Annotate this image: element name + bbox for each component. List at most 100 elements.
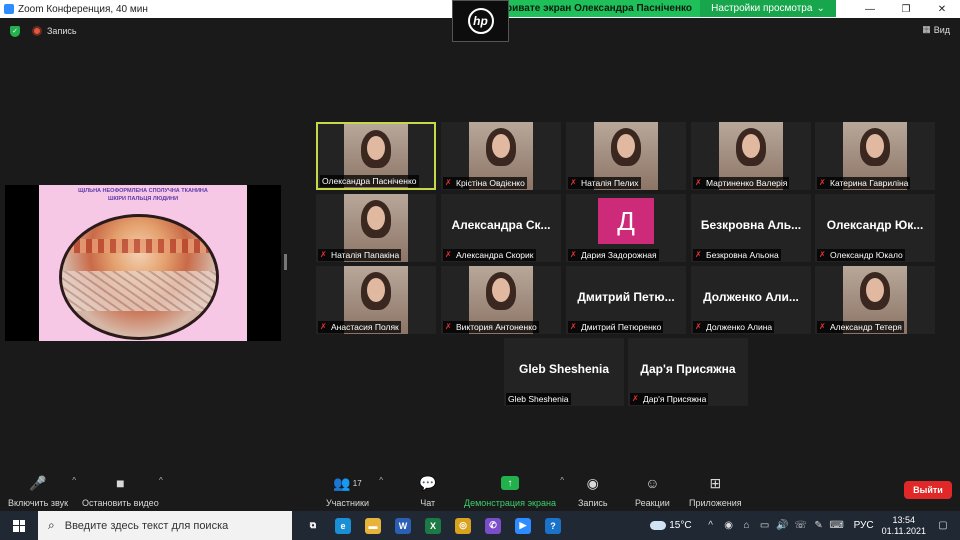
muted-microphone-icon: ✗ [445,178,452,187]
participant-name: Крістіна Овдієнко [456,178,525,188]
participant-tile[interactable]: Александра Ск... ✗ Александра Скорик [441,194,561,262]
taskbar-app-zoom[interactable]: ▶ [508,511,538,540]
search-placeholder: Введите здесь текст для поиска [64,519,229,532]
reactions-button[interactable]: ☺ Реакции [635,474,670,508]
weather-temp: 15°C [669,520,692,531]
participant-tile[interactable]: Д ✗ Дария Задорожная [566,194,686,262]
participant-tile[interactable]: Олександр Юк... ✗ Олександр Юкало [815,194,935,262]
view-button[interactable]: ▦ Вид [922,24,950,35]
participant-name: Александр Тетеря [830,322,902,332]
participant-name: Дария Задорожная [581,250,657,260]
chevron-down-icon: ⌄ [816,3,825,14]
network-icon[interactable]: ⌂ [738,520,756,531]
participant-tile[interactable]: Дмитрий Петю... ✗ Дмитрий Петюренко [566,266,686,334]
record-button[interactable]: ◉ Запись [578,474,608,509]
participant-name-label: ✗ Александр Тетеря [817,321,904,333]
weather-widget[interactable]: 15°C [650,520,692,531]
chat-button[interactable]: 💬 Чат [419,474,436,509]
participant-display-name: Дмитрий Петю... [577,290,675,304]
participant-tile[interactable]: ✗ Виктория Антоненко [441,266,561,334]
view-settings-button[interactable]: Настройки просмотра ⌄ [700,0,836,17]
participants-button[interactable]: 👥 17 ^ Участники [326,474,383,509]
participant-face [367,206,385,230]
taskbar-app-viber[interactable]: ✆ [478,511,508,540]
share-options-caret[interactable]: ^ [560,476,564,485]
taskbar-app-edge[interactable]: e [328,511,358,540]
leave-meeting-button[interactable]: Выйти [904,481,952,499]
start-button[interactable] [0,511,38,540]
close-button[interactable]: ✕ [924,0,960,18]
muted-microphone-icon: ✗ [695,322,702,331]
participant-name: Мартиненко Валерія [706,178,788,188]
cloud-icon [650,521,667,530]
participant-name-label: ✗ Дар'я Присяжна [630,393,709,405]
participant-name: Gleb Sheshenia [508,394,569,404]
participant-tile[interactable]: Дар'я Присяжна ✗ Дар'я Присяжна [628,338,748,406]
notification-icon[interactable]: ▢ [934,520,952,531]
clock[interactable]: 13:54 01.11.2021 [882,515,926,537]
system-status-icon[interactable]: ◉ [720,520,738,531]
taskbar-app-explorer[interactable]: ▬ [358,511,388,540]
system-tray: 15°C ^ ◉ ⌂ ▭ 🔊 ☏ ✎ ⌨ РУС 13:54 01.11.2021 ▢ [650,511,960,540]
participant-tile[interactable]: ✗ Наталія Пелих [566,122,686,190]
shared-screen[interactable]: ЩІЛЬНА НЕОФОРМЛЕНА СПОЛУЧНА ТКАНИНА ШКІР… [5,185,281,341]
participant-name-label: ✗ Дмитрий Петюренко [568,321,664,333]
volume-icon[interactable]: 🔊 [774,520,792,531]
participant-display-name: Gleb Sheshenia [518,362,610,376]
participant-tile[interactable]: ✗ Наталія Папакіна [316,194,436,262]
muted-microphone-icon: 🎤 [29,474,47,491]
excel-icon: X [425,517,441,534]
video-options-caret[interactable]: ^ [159,476,163,485]
participant-tile[interactable]: ✗ Катерина Гаврилiна [815,122,935,190]
participant-tile[interactable]: Долженко Али... ✗ Долженко Алина [691,266,811,334]
taskbar-app-excel[interactable]: X [418,511,448,540]
taskbar-search[interactable]: ⌕ Введите здесь текст для поиска [38,511,292,540]
taskbar-app-word[interactable]: W [388,511,418,540]
record-label: Запись [578,498,608,508]
participant-name-label: ✗ Олександр Юкало [817,249,905,261]
participants-options-caret[interactable]: ^ [379,476,383,485]
participant-name: Долженко Алина [706,322,773,332]
participant-tile[interactable]: Gleb Sheshenia Gleb Sheshenia [504,338,624,406]
maximize-button[interactable]: ❐ [888,0,924,18]
language-indicator[interactable]: РУС [854,520,874,531]
participant-tile[interactable]: ✗ Анастасия Поляк [316,266,436,334]
record-icon: ◉ [586,474,599,491]
participant-tile[interactable]: ✗ Крістіна Овдієнко [441,122,561,190]
participant-name: Виктория Антоненко [456,322,537,332]
taskbar-app-task-view[interactable]: ⧉ [298,511,328,540]
taskbar-app-help[interactable]: ? [538,511,568,540]
participants-icon: 👥 17 [333,474,362,491]
muted-microphone-icon: ✗ [695,250,702,259]
show-hidden-icons-icon[interactable]: ^ [702,520,720,531]
phone-icon[interactable]: ☏ [792,520,810,531]
histology-image [59,214,219,340]
participant-tile[interactable]: Безкровна Аль... ✗ Безкровна Альона [691,194,811,262]
participant-face [367,136,385,160]
participants-count: 17 [352,478,362,488]
taskbar-app-chrome[interactable]: ◎ [448,511,478,540]
participant-display-name: Долженко Али... [703,290,799,304]
muted-microphone-icon: ✗ [320,250,327,259]
unmute-button[interactable]: 🎤 ^ Включить звук [8,474,76,509]
minimize-button[interactable]: — [852,0,888,18]
panel-splitter-handle[interactable] [284,254,287,270]
participant-tile[interactable]: ✗ Мартиненко Валерія [691,122,811,190]
muted-microphone-icon: ✗ [445,250,452,259]
muted-microphone-icon: ✗ [445,322,452,331]
shield-icon[interactable]: ✓ [10,25,20,37]
audio-options-caret[interactable]: ^ [72,476,76,485]
share-screen-button[interactable]: ↑ ^ Демонстрация экрана [464,474,564,508]
chrome-icon: ◎ [455,517,471,534]
participant-name: Наталія Папакіна [331,250,400,260]
battery-icon[interactable]: ▭ [756,520,774,531]
muted-microphone-icon: ✗ [819,250,826,259]
participant-face [492,278,510,302]
stop-video-button[interactable]: ■ ^ Остановить видео [82,474,163,508]
zoom-app-icon [4,4,14,14]
participant-tile[interactable]: ✗ Александр Тетеря [815,266,935,334]
participant-tile[interactable]: Олександра Пасніченко [316,122,436,190]
pen-icon[interactable]: ✎ [810,520,828,531]
keyboard-icon[interactable]: ⌨ [828,520,846,531]
apps-button[interactable]: ⊞ Приложения [689,474,742,509]
